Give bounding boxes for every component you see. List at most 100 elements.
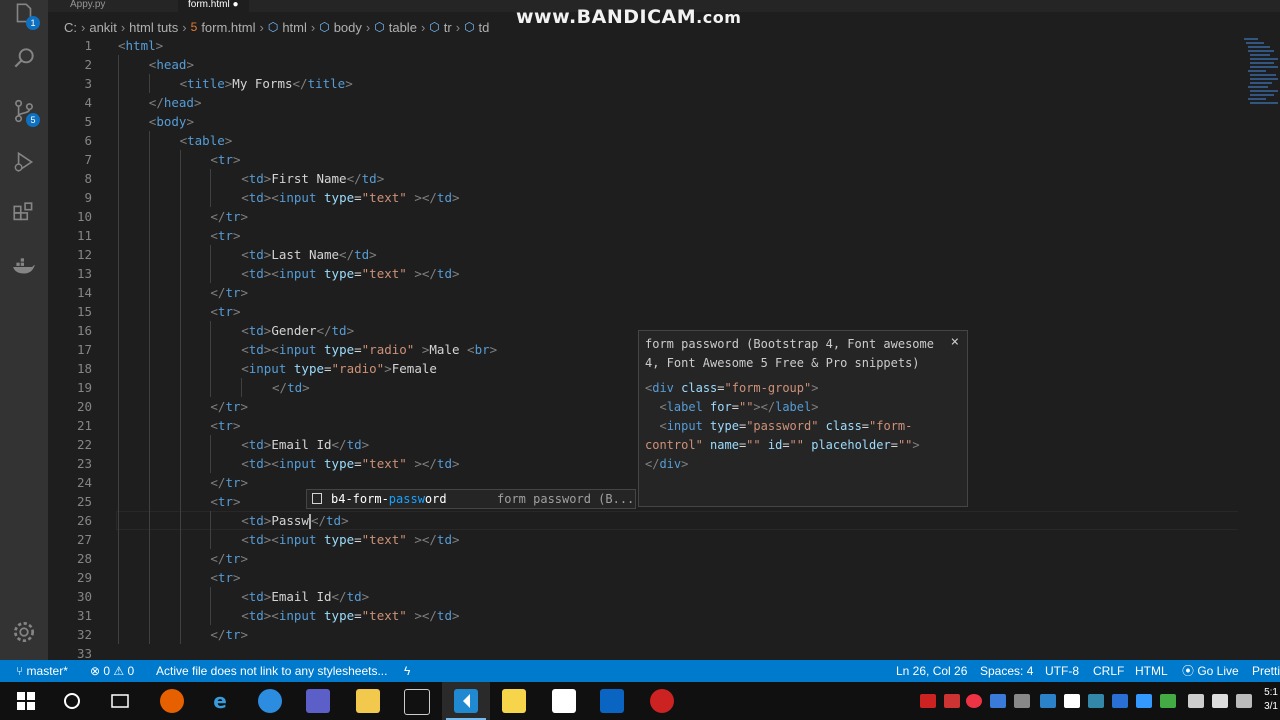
system-clock[interactable]: 5:1 3/1 xyxy=(1264,686,1278,714)
tray-icon[interactable] xyxy=(1136,694,1152,708)
breadcrumb-table[interactable]: table xyxy=(389,20,417,35)
close-icon[interactable]: × xyxy=(951,333,959,352)
stylesheet-message[interactable]: Active file does not link to any stylesh… xyxy=(156,660,387,682)
indent-guide xyxy=(148,492,150,511)
breadcrumb-file[interactable]: form.html xyxy=(201,20,255,35)
tray-icon[interactable] xyxy=(1040,694,1056,708)
sticky-notes-icon[interactable] xyxy=(502,689,526,713)
code-token: >< xyxy=(263,190,279,205)
breadcrumb-folder-html-tuts[interactable]: html tuts xyxy=(129,20,178,35)
code-token: td xyxy=(436,266,452,281)
source-control-icon[interactable]: 5 xyxy=(10,97,40,127)
branch-status[interactable]: ⑂ master* xyxy=(16,660,68,682)
code-line[interactable]: 14 </tr> xyxy=(48,283,1238,302)
line-number: 4 xyxy=(84,95,92,110)
code-line[interactable]: 4 </head> xyxy=(48,93,1238,112)
suggest-item-label[interactable]: b4-form-password xyxy=(331,490,447,508)
language-mode[interactable]: HTML xyxy=(1135,660,1168,682)
task-view-icon[interactable] xyxy=(108,689,132,713)
code-token: type xyxy=(324,266,355,281)
code-line[interactable]: 8 <td>First Name</td> xyxy=(48,169,1238,188)
explorer-icon[interactable]: 1 xyxy=(10,0,40,30)
go-live-button[interactable]: ⦿ Go Live xyxy=(1182,660,1239,682)
minimap[interactable] xyxy=(1238,36,1280,116)
code-line[interactable]: 33 xyxy=(48,644,1238,660)
code-line[interactable]: 12 <td>Last Name</td> xyxy=(48,245,1238,264)
code-text: <td><input type="text" ></td> xyxy=(241,606,459,625)
breadcrumb-tr[interactable]: tr xyxy=(444,20,452,35)
edge-icon[interactable]: e xyxy=(208,689,232,713)
code-line[interactable]: 15 <tr> xyxy=(48,302,1238,321)
tab-form-html[interactable]: form.html ● xyxy=(178,0,249,12)
code-token: < xyxy=(118,38,126,53)
code-line[interactable]: 11 <tr> xyxy=(48,226,1238,245)
file-explorer-icon[interactable] xyxy=(356,689,380,713)
indentation-status[interactable]: Spaces: 4 xyxy=(980,660,1033,682)
settings-gear-icon[interactable] xyxy=(10,618,38,646)
search-circle-icon[interactable] xyxy=(60,689,84,713)
extensions-icon[interactable] xyxy=(10,200,38,228)
code-line[interactable]: 10 </tr> xyxy=(48,207,1238,226)
suggest-widget[interactable]: b4-form-password form password (B... xyxy=(306,489,636,509)
tray-icon[interactable] xyxy=(944,694,960,708)
search-icon[interactable] xyxy=(10,44,38,72)
code-line[interactable]: 1 <html> xyxy=(48,36,1238,55)
volume-icon[interactable] xyxy=(1212,694,1228,708)
notepad-icon[interactable] xyxy=(552,689,576,713)
code-line[interactable]: 9 <td><input type="text" ></td> xyxy=(48,188,1238,207)
cursor-position[interactable]: Ln 26, Col 26 xyxy=(896,660,967,682)
outlook-icon[interactable] xyxy=(600,689,624,713)
tray-icon[interactable] xyxy=(990,694,1006,708)
indent-guide xyxy=(118,321,119,340)
wifi-icon[interactable] xyxy=(1188,694,1204,708)
teams-icon[interactable] xyxy=(306,689,330,713)
code-line[interactable]: 31 <td><input type="text" ></td> xyxy=(48,606,1238,625)
code-line[interactable]: 5 <body> xyxy=(48,112,1238,131)
run-debug-icon[interactable] xyxy=(10,148,38,176)
code-line[interactable]: 28 </tr> xyxy=(48,549,1238,568)
code-token: class xyxy=(825,419,862,433)
code-line[interactable]: 27 <td><input type="text" ></td> xyxy=(48,530,1238,549)
code-line[interactable]: 13 <td><input type="text" ></td> xyxy=(48,264,1238,283)
tray-icon[interactable] xyxy=(1064,694,1080,708)
breadcrumb-folder-ankit[interactable]: ankit xyxy=(89,20,116,35)
code-text: <tr> xyxy=(210,492,240,511)
code-text: <tr> xyxy=(210,568,240,587)
code-line[interactable]: 2 <head> xyxy=(48,55,1238,74)
tab-appy-py[interactable]: Appy.py xyxy=(60,0,115,12)
eol-status[interactable]: CRLF xyxy=(1093,660,1124,682)
vscode-icon[interactable] xyxy=(454,689,478,713)
docker-icon[interactable] xyxy=(10,253,38,281)
breadcrumb-drive[interactable]: C: xyxy=(64,20,77,35)
code-token: = xyxy=(354,190,362,205)
firefox-icon[interactable] xyxy=(160,689,184,713)
windows-start-icon[interactable] xyxy=(14,689,38,713)
bolt-icon[interactable]: ϟ xyxy=(404,660,410,682)
code-line[interactable]: 29 <tr> xyxy=(48,568,1238,587)
code-token: </ xyxy=(310,513,327,528)
code-token: "text" xyxy=(361,190,407,205)
tray-icon[interactable] xyxy=(966,694,982,708)
prettier-status[interactable]: Pretti xyxy=(1252,660,1280,682)
code-token: "" xyxy=(746,438,761,452)
code-line[interactable]: 32 </tr> xyxy=(48,625,1238,644)
tray-icon[interactable] xyxy=(1112,694,1128,708)
problems-status[interactable]: ⊗ 0 ⚠ 0 xyxy=(90,660,134,682)
breadcrumb-html[interactable]: html xyxy=(282,20,307,35)
code-line[interactable]: 3 <title>My Forms</title> xyxy=(48,74,1238,93)
code-line[interactable]: 7 <tr> xyxy=(48,150,1238,169)
code-line[interactable]: 6 <table> xyxy=(48,131,1238,150)
bandicam-record-icon[interactable] xyxy=(650,689,674,713)
code-line[interactable]: 26 <td>Passw </td> xyxy=(48,511,1238,530)
breadcrumb-body[interactable]: body xyxy=(334,20,362,35)
terminal-icon[interactable] xyxy=(404,689,430,715)
tray-icon[interactable] xyxy=(1088,694,1104,708)
code-line[interactable]: 30 <td>Email Id</td> xyxy=(48,587,1238,606)
tray-icon[interactable] xyxy=(920,694,936,708)
keyboard-icon[interactable] xyxy=(1236,694,1252,708)
encoding-status[interactable]: UTF-8 xyxy=(1045,660,1079,682)
tray-icon[interactable] xyxy=(1014,694,1030,708)
network-icon[interactable] xyxy=(258,689,282,713)
tray-icon[interactable] xyxy=(1160,694,1176,708)
breadcrumb-td[interactable]: td xyxy=(479,20,490,35)
